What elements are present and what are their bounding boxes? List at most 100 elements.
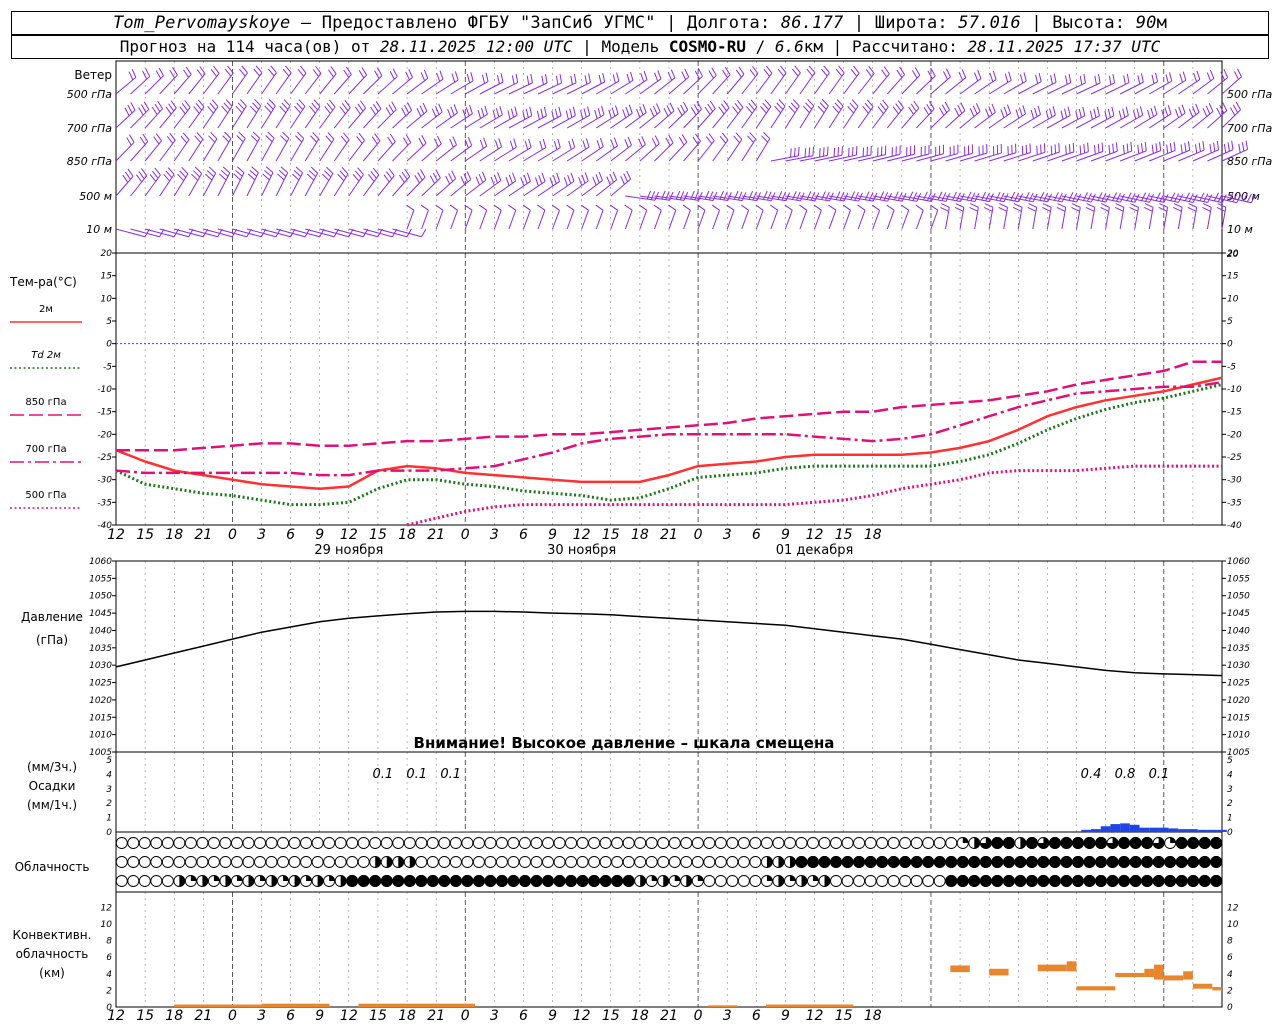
wind-barb-feather [696, 101, 702, 110]
cloud-octa-fill [317, 875, 324, 887]
wind-barb-feather [639, 106, 644, 116]
wind-barb-feather [360, 100, 367, 109]
conv-tick-label: 2 [1227, 986, 1233, 996]
cloud-octa-fill [1164, 875, 1177, 887]
wind-barb-shaft [595, 210, 604, 230]
wind-barb-feather [431, 108, 437, 118]
wind-barb-shaft [493, 210, 502, 230]
cloud-octa-fill [824, 875, 831, 887]
wind-barb-feather [1115, 203, 1125, 208]
wind-barb-feather [864, 102, 872, 111]
wind-barb-feather [224, 68, 232, 77]
cloud-octa-fill [876, 856, 889, 868]
wind-barb-feather [450, 106, 455, 116]
wind-barb-feather [293, 170, 302, 177]
wind-barb-shaft [872, 195, 903, 202]
wind-barb-feather [908, 191, 914, 201]
cloud-octa-circle [887, 875, 900, 887]
wind-barb-feather [131, 68, 137, 78]
wind-barb-feather [1118, 110, 1122, 120]
wind-barb-shaft [1178, 195, 1208, 204]
wind-barb-feather [128, 71, 134, 81]
wind-barb-feather [1116, 193, 1121, 202]
precip-bar [460, 831, 471, 832]
cloud-octa-circle [703, 875, 716, 887]
wind-barb-feather [622, 109, 627, 119]
wind-barb-feather [793, 147, 796, 157]
wind-barb-feather [639, 204, 648, 211]
wind-barb-feather [505, 177, 510, 186]
wind-barb-feather [1202, 108, 1208, 117]
wind-barb-feather [181, 166, 189, 175]
wind-barb-feather [678, 137, 685, 146]
wind-barb-feather [777, 68, 785, 77]
wind-barb-feather [236, 135, 244, 143]
wind-barb-feather [1213, 142, 1216, 152]
cloud-octa-fill [329, 875, 335, 882]
wind-barb-feather [747, 135, 754, 143]
conv-tick-label: 4 [1227, 970, 1233, 980]
wind-barb-feather [981, 191, 987, 201]
wind-barb-shaft [1003, 152, 1031, 162]
wind-barb-feather [1126, 192, 1132, 201]
wind-barb-feather [649, 108, 655, 117]
wind-barb-feather [1153, 105, 1158, 115]
wind-barb-feather [897, 192, 903, 201]
wind-barb-feather [470, 72, 474, 81]
cloud-octa-fill [674, 875, 681, 881]
wind-barb-feather [709, 100, 716, 109]
cloud-octa-circle [115, 837, 128, 849]
wind-barb-feather [677, 107, 683, 116]
wind-barb-feather [927, 70, 933, 80]
wind-barb-feather [405, 134, 412, 143]
cloud-octa-fill [340, 875, 347, 887]
time-tick-label: 9 [315, 527, 324, 543]
wind-barb-feather [810, 191, 816, 201]
wind-barb-feather [1231, 140, 1234, 150]
wind-barb-feather [1061, 193, 1067, 203]
day-label: 01 декабря [776, 543, 854, 558]
wind-barb-feather [1035, 74, 1039, 84]
wind-barb-shaft [828, 210, 837, 230]
wind-barb-feather [326, 102, 334, 111]
wind-barb-feather [163, 173, 171, 182]
wind-barb-feather [388, 104, 394, 113]
wind-barb-feather [1122, 144, 1125, 154]
cloud-octa-fill [853, 856, 866, 868]
cloud-octa-circle [265, 856, 278, 868]
wind-barb-feather [995, 191, 1001, 201]
wind-barb-feather [534, 177, 539, 187]
wind-barb-feather [270, 65, 277, 74]
wind-barb-shaft [741, 210, 750, 230]
cloud-octa-circle [726, 856, 739, 868]
wind-barb-shaft [712, 195, 743, 202]
temp-tick-label: 20 [101, 249, 113, 259]
wind-barb-feather [206, 170, 215, 178]
cloud-octa-circle [910, 875, 923, 887]
wind-barb-feather [278, 169, 287, 177]
wind-barb-feather [375, 100, 382, 110]
wind-barb-shaft [901, 210, 910, 230]
cloud-octa-circle [876, 875, 889, 887]
wind-barb-feather [530, 73, 533, 83]
time-tick-label: 0 [461, 1008, 470, 1024]
cloud-octa-fill [294, 875, 301, 887]
wind-barb-feather [1083, 143, 1086, 154]
wind-barb-feather [991, 103, 996, 113]
wind-barb-feather [254, 99, 262, 107]
wind-barb-feather [551, 110, 555, 120]
temp-tick-label: -30 [1227, 476, 1242, 486]
wind-barb-feather [1223, 69, 1229, 78]
wind-barb-feather [723, 100, 730, 109]
wind-barb-feather [539, 140, 543, 150]
time-tick-label: 9 [548, 527, 557, 543]
wind-barb-feather [620, 176, 625, 185]
wind-barb-feather [718, 106, 725, 115]
wind-barb-feather [1188, 203, 1197, 208]
wind-barb-feather [435, 204, 444, 211]
cloud-octa-circle [565, 856, 578, 868]
cloud-octa-fill [283, 875, 289, 882]
wind-barb-feather [1053, 73, 1057, 83]
cloud-octa-fill [1210, 875, 1223, 887]
wind-barb-feather [408, 69, 413, 78]
